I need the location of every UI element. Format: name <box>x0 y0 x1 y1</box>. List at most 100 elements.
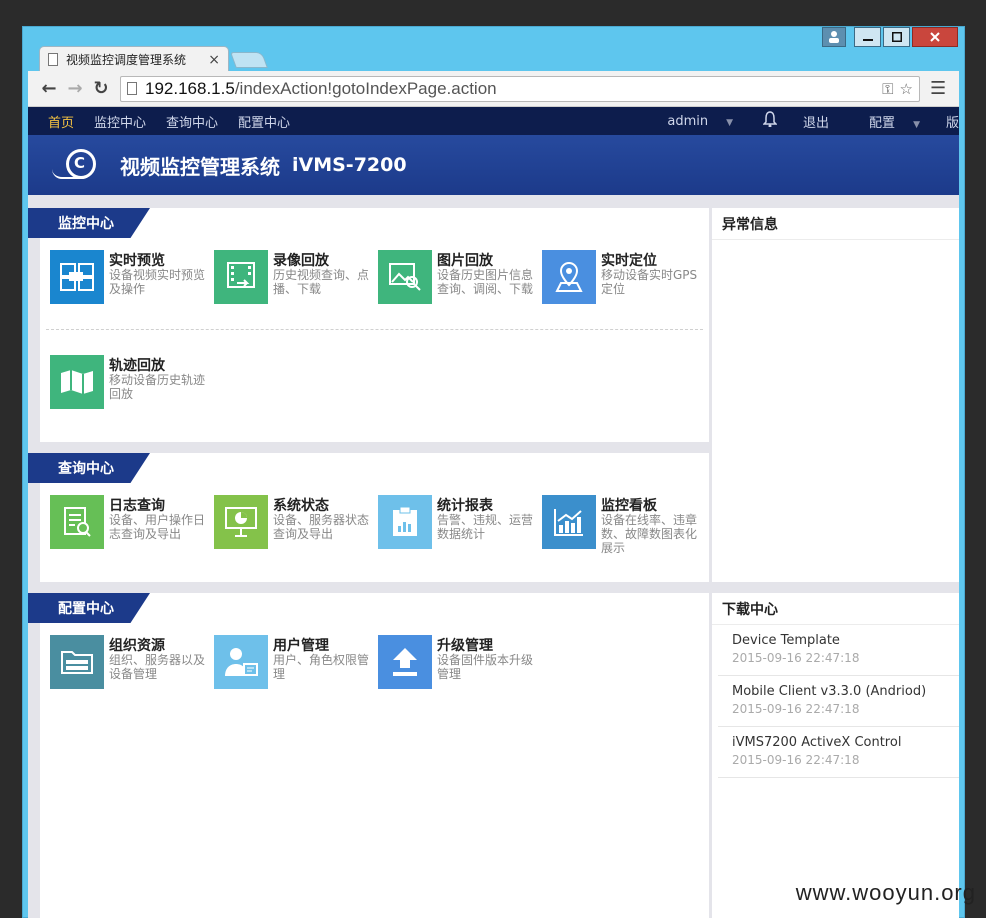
upload-arrow-icon <box>378 635 432 689</box>
tile-desc: 组织、服务器以及设备管理 <box>109 653 206 681</box>
tile-record-playback[interactable]: 录像回放 历史视频查询、点播、下载 <box>214 250 374 310</box>
tab-title: 视频监控调度管理系统 <box>66 53 187 67</box>
tile-desc: 设备固件版本升级管理 <box>437 653 534 681</box>
minimize-icon <box>862 39 873 41</box>
browser-toolbar: ← → ↻ 192.168.1.5/indexAction!gotoIndexP… <box>28 71 959 107</box>
minimize-button[interactable] <box>854 27 881 47</box>
top-navigation: 首页 监控中心 查询中心 配置中心 admin ▼ 退出 配置 ▼ 版 <box>28 107 959 135</box>
chevron-down-icon: ▼ <box>913 119 920 130</box>
tile-desc: 告警、违规、运营数据统计 <box>437 513 534 541</box>
tile-desc: 用户、角色权限管理 <box>273 653 370 681</box>
tile-title: 日志查询 <box>109 498 165 514</box>
monitor-pie-icon <box>214 495 268 549</box>
trend-chart-icon <box>542 495 596 549</box>
tile-title: 用户管理 <box>273 638 329 654</box>
clipboard-chart-icon <box>378 495 432 549</box>
tile-org-resources[interactable]: 组织资源 组织、服务器以及设备管理 <box>50 635 210 695</box>
page-icon <box>127 82 137 95</box>
browser-window: 视频监控调度管理系统 × ← → ↻ 192.168.1.5/indexActi… <box>22 26 965 918</box>
config-menu-label: 配置 <box>869 115 896 131</box>
download-item[interactable]: Device Template 2015-09-16 22:47:18 <box>718 625 959 676</box>
reload-icon[interactable]: ↻ <box>88 78 114 99</box>
folder-server-icon <box>50 635 104 689</box>
monitor-center-panel: 监控中心 实时预览 设备视频实时预览及操作 录像回放 历史视频查询、点播、下载 <box>28 208 709 442</box>
address-bar[interactable]: 192.168.1.5/indexAction!gotoIndexPage.ac… <box>120 75 920 102</box>
tile-image-playback[interactable]: 图片回放 设备历史图片信息查询、调阅、下载 <box>378 250 538 310</box>
page-icon <box>48 53 58 66</box>
key-icon[interactable]: ⚿ <box>882 80 893 98</box>
tile-track-playback[interactable]: 轨迹回放 移动设备历史轨迹回放 <box>50 355 210 415</box>
back-arrow-icon[interactable]: ← <box>36 78 62 99</box>
tile-title: 系统状态 <box>273 498 329 514</box>
tile-title: 图片回放 <box>437 253 493 269</box>
tile-title: 组织资源 <box>109 638 165 654</box>
user-name: admin <box>667 113 709 129</box>
hikvision-logo-icon: C <box>52 147 104 183</box>
maximize-button[interactable] <box>883 27 910 47</box>
tile-realtime-location[interactable]: 实时定位 移动设备实时GPS定位 <box>542 250 702 310</box>
map-pin-icon <box>542 250 596 304</box>
camera-grid-icon <box>50 250 104 304</box>
url-host: 192.168.1.5 <box>145 78 235 98</box>
url-text[interactable]: 192.168.1.5/indexAction!gotoIndexPage.ac… <box>145 79 882 99</box>
browser-tab[interactable]: 视频监控调度管理系统 × <box>39 46 229 72</box>
watermark: www.wooyun.org <box>795 880 976 905</box>
nav-overflow-item[interactable]: 版 <box>946 112 959 131</box>
new-tab-button[interactable] <box>230 52 268 68</box>
section-ribbon: 配置中心 <box>28 593 150 623</box>
tile-log-query[interactable]: 日志查询 设备、用户操作日志查询及导出 <box>50 495 210 555</box>
star-icon[interactable]: ☆ <box>900 80 913 98</box>
tile-desc: 设备在线率、违章数、故障数图表化展示 <box>601 513 698 555</box>
tile-desc: 历史视频查询、点播、下载 <box>273 268 370 296</box>
tile-title: 录像回放 <box>273 253 329 269</box>
user-switch-button[interactable] <box>822 27 846 47</box>
image-search-icon <box>378 250 432 304</box>
maximize-icon <box>891 32 902 42</box>
alerts-panel: 异常信息 <box>712 208 959 582</box>
close-window-button[interactable] <box>912 27 958 47</box>
close-icon <box>930 32 940 42</box>
divider <box>46 329 703 330</box>
tile-desc: 设备视频实时预览及操作 <box>109 268 206 296</box>
tab-close-icon[interactable]: × <box>208 52 220 68</box>
nav-item-query[interactable]: 查询中心 <box>166 112 218 131</box>
download-item[interactable]: iVMS7200 ActiveX Control 2015-09-16 22:4… <box>718 727 959 778</box>
download-time: 2015-09-16 22:47:18 <box>732 753 860 767</box>
download-time: 2015-09-16 22:47:18 <box>732 651 860 665</box>
config-menu[interactable]: 配置 ▼ <box>851 112 920 131</box>
nav-item-monitor[interactable]: 监控中心 <box>94 112 146 131</box>
system-header: C 视频监控管理系统 iVMS-7200 <box>28 135 959 195</box>
user-icon <box>829 31 839 43</box>
hamburger-menu-icon[interactable]: ☰ <box>930 78 946 99</box>
map-route-icon <box>50 355 104 409</box>
tile-title: 监控看板 <box>601 498 657 514</box>
tile-desc: 设备、服务器状态查询及导出 <box>273 513 370 541</box>
chevron-down-icon: ▼ <box>726 117 734 128</box>
forward-arrow-icon[interactable]: → <box>62 78 88 99</box>
tile-statistics-report[interactable]: 统计报表 告警、违规、运营数据统计 <box>378 495 538 555</box>
tile-title: 统计报表 <box>437 498 493 514</box>
url-path: /indexAction!gotoIndexPage.action <box>234 78 497 98</box>
tile-desc: 设备历史图片信息查询、调阅、下载 <box>437 268 534 296</box>
tile-title: 轨迹回放 <box>109 358 165 374</box>
tile-live-view[interactable]: 实时预览 设备视频实时预览及操作 <box>50 250 210 310</box>
download-item[interactable]: Mobile Client v3.3.0 (Andriod) 2015-09-1… <box>718 676 959 727</box>
nav-item-config[interactable]: 配置中心 <box>238 112 290 131</box>
section-ribbon: 查询中心 <box>28 453 150 483</box>
tile-user-management[interactable]: 用户管理 用户、角色权限管理 <box>214 635 374 695</box>
window-controls <box>822 27 958 49</box>
download-name[interactable]: Device Template <box>732 633 959 648</box>
tile-upgrade-management[interactable]: 升级管理 设备固件版本升级管理 <box>378 635 538 695</box>
user-menu[interactable]: admin ▼ <box>649 114 733 129</box>
tile-desc: 移动设备历史轨迹回放 <box>109 373 206 401</box>
nav-item-home[interactable]: 首页 <box>48 112 74 131</box>
tile-title: 升级管理 <box>437 638 493 654</box>
download-name[interactable]: Mobile Client v3.3.0 (Andriod) <box>732 684 959 699</box>
tile-system-status[interactable]: 系统状态 设备、服务器状态查询及导出 <box>214 495 374 555</box>
logout-link[interactable]: 退出 <box>803 112 829 131</box>
section-ribbon: 监控中心 <box>28 208 150 238</box>
tile-monitor-dashboard[interactable]: 监控看板 设备在线率、违章数、故障数图表化展示 <box>542 495 702 555</box>
tile-title: 实时定位 <box>601 253 657 269</box>
download-name[interactable]: iVMS7200 ActiveX Control <box>732 735 959 750</box>
bell-icon[interactable] <box>762 111 778 131</box>
